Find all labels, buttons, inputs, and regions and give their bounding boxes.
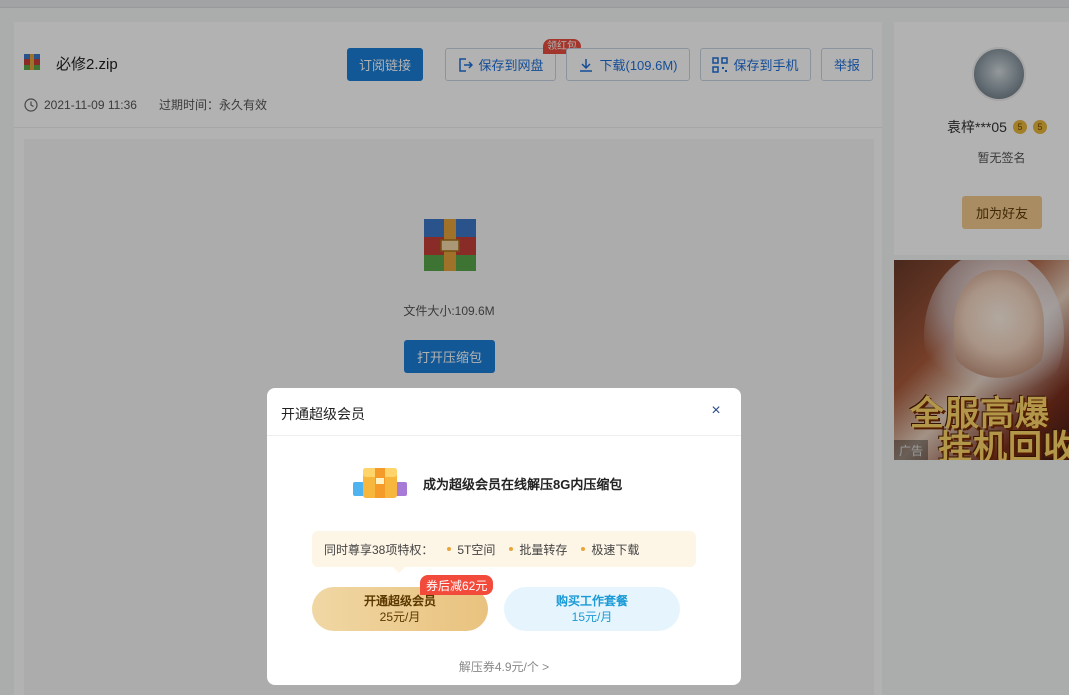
coupon-badge: 券后减62元 — [420, 575, 494, 595]
unzip-ticket-link[interactable]: 解压券4.9元/个 > — [267, 658, 741, 675]
bullet-dot-icon — [509, 547, 514, 551]
modal-header: 开通超级会员 × — [267, 388, 741, 436]
promo-text: 成为超级会员在线解压8G内压缩包 — [423, 476, 623, 492]
benefit-item: 5T空间 — [447, 541, 495, 558]
modal-title: 开通超级会员 — [281, 406, 365, 422]
benefit-item: 批量转存 — [509, 541, 567, 558]
promo-row: 成为超级会员在线解压8G内压缩包 — [353, 466, 622, 500]
plan-price: 15元/月 — [571, 610, 613, 624]
benefits-notch — [393, 567, 405, 573]
benefits-label: 同时尊享38项特权： — [324, 542, 434, 557]
plan-name: 购买工作套餐 — [555, 594, 628, 608]
bullet-dot-icon — [447, 547, 452, 551]
vip-modal: 开通超级会员 × 成为超级会员在线解压8G内压缩包 同时尊享38项特权： 5T空… — [267, 388, 741, 685]
treasure-box-icon — [353, 468, 407, 498]
plan-name: 开通超级会员 — [363, 594, 436, 608]
close-icon[interactable]: × — [707, 402, 725, 420]
plan-price: 25元/月 — [379, 610, 421, 624]
benefit-item: 极速下载 — [581, 541, 639, 558]
benefits-bar: 同时尊享38项特权： 5T空间 批量转存 极速下载 — [312, 531, 696, 567]
bullet-dot-icon — [581, 547, 586, 551]
work-package-plan-button[interactable]: 购买工作套餐 15元/月 — [504, 587, 680, 631]
